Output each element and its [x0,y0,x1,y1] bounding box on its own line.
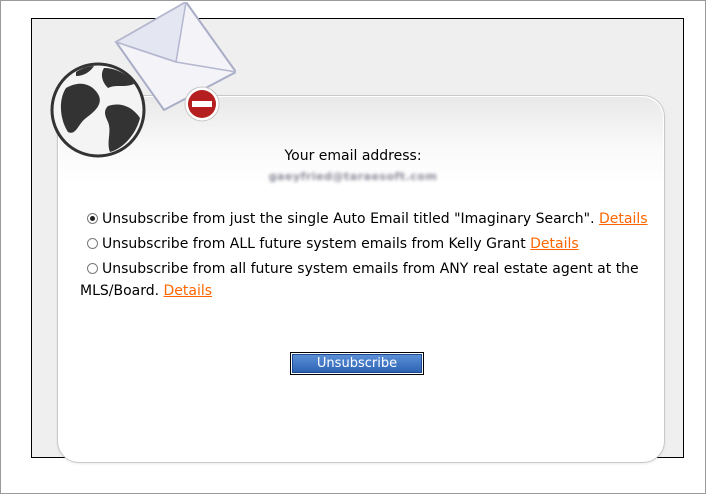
email-address-value: gaeyfried@taraesoft.com [268,170,438,183]
option-text: Unsubscribe from just the single Auto Em… [102,211,595,227]
unsubscribe-options: Unsubscribe from just the single Auto Em… [80,208,660,305]
email-address-label: Your email address: [284,148,422,164]
unsubscribe-button[interactable]: Unsubscribe [292,354,422,373]
globe-icon [50,62,146,158]
radio-all-board-emails[interactable] [87,263,98,274]
radio-agent-emails[interactable] [87,238,98,249]
option-single-auto-email: Unsubscribe from just the single Auto Em… [80,208,660,230]
radio-single-auto-email[interactable] [87,213,98,224]
unsubscribe-button-frame: Unsubscribe [290,352,424,375]
option-text: Unsubscribe from ALL future system email… [102,236,526,252]
stop-icon [184,86,220,122]
details-link[interactable]: Details [164,283,213,299]
globe-envelope-icon [50,2,236,158]
option-all-board-emails: Unsubscribe from all future system email… [80,258,660,302]
option-agent-emails: Unsubscribe from ALL future system email… [80,233,660,255]
details-link[interactable]: Details [599,211,648,227]
details-link[interactable]: Details [530,236,579,252]
